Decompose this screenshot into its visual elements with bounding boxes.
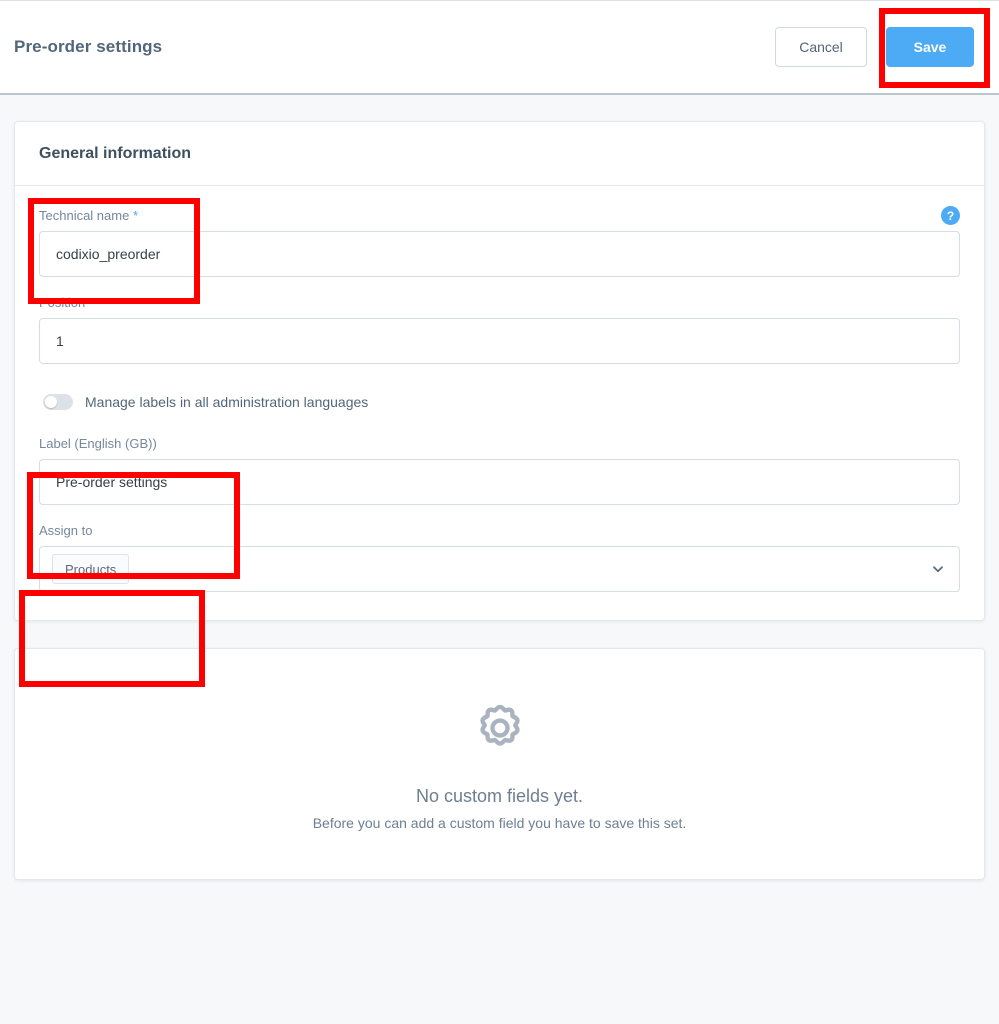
position-input[interactable] [39,318,960,364]
assign-to-chip-products[interactable]: Products [52,554,130,584]
toggle-knob [45,396,57,408]
page-content: General information Technical name * ? P… [0,95,999,1024]
technical-name-label-row: Technical name * ? [39,206,960,231]
empty-state-title: No custom fields yet. [415,786,584,806]
technical-name-label-text: Technical name [39,208,130,223]
chevron-down-icon[interactable] [931,562,945,576]
label-field-input[interactable] [39,459,960,505]
position-label: Position [39,295,86,310]
assign-to-select[interactable]: Products [39,546,960,592]
label-field-label: Label (English (GB)) [39,436,157,451]
general-information-card-header: General information [15,122,984,186]
manage-labels-toggle[interactable] [43,394,73,410]
smart-bar: Pre-order settings Cancel Save [0,0,999,95]
help-icon[interactable]: ? [941,206,960,225]
manage-labels-switch-label: Manage labels in all administration lang… [85,394,369,410]
page-title: Pre-order settings [14,37,163,56]
general-information-card: General information Technical name * ? P… [14,121,985,621]
position-field: Position [39,295,960,364]
assign-to-field: Assign to Products [39,523,960,592]
custom-fields-empty-state-card: No custom fields yet. Before you can add… [14,648,985,880]
general-information-title: General information [39,144,192,162]
gear-icon [469,697,531,764]
required-asterisk: * [132,208,139,223]
technical-name-label: Technical name * [39,208,138,224]
save-button[interactable]: Save [886,27,974,67]
assign-to-chips: Products [52,554,931,584]
technical-name-input[interactable] [39,231,960,277]
assign-to-label: Assign to [39,523,93,538]
smart-bar-actions: Cancel Save [775,27,983,67]
empty-state-subtitle: Before you can add a custom field you ha… [312,815,687,831]
cancel-button[interactable]: Cancel [775,27,867,67]
manage-labels-switch-field[interactable]: Manage labels in all administration lang… [43,394,960,410]
technical-name-field: Technical name * ? [39,206,960,277]
general-information-card-body: Technical name * ? Position Manage label… [15,186,984,620]
label-field: Label (English (GB)) [39,436,960,505]
